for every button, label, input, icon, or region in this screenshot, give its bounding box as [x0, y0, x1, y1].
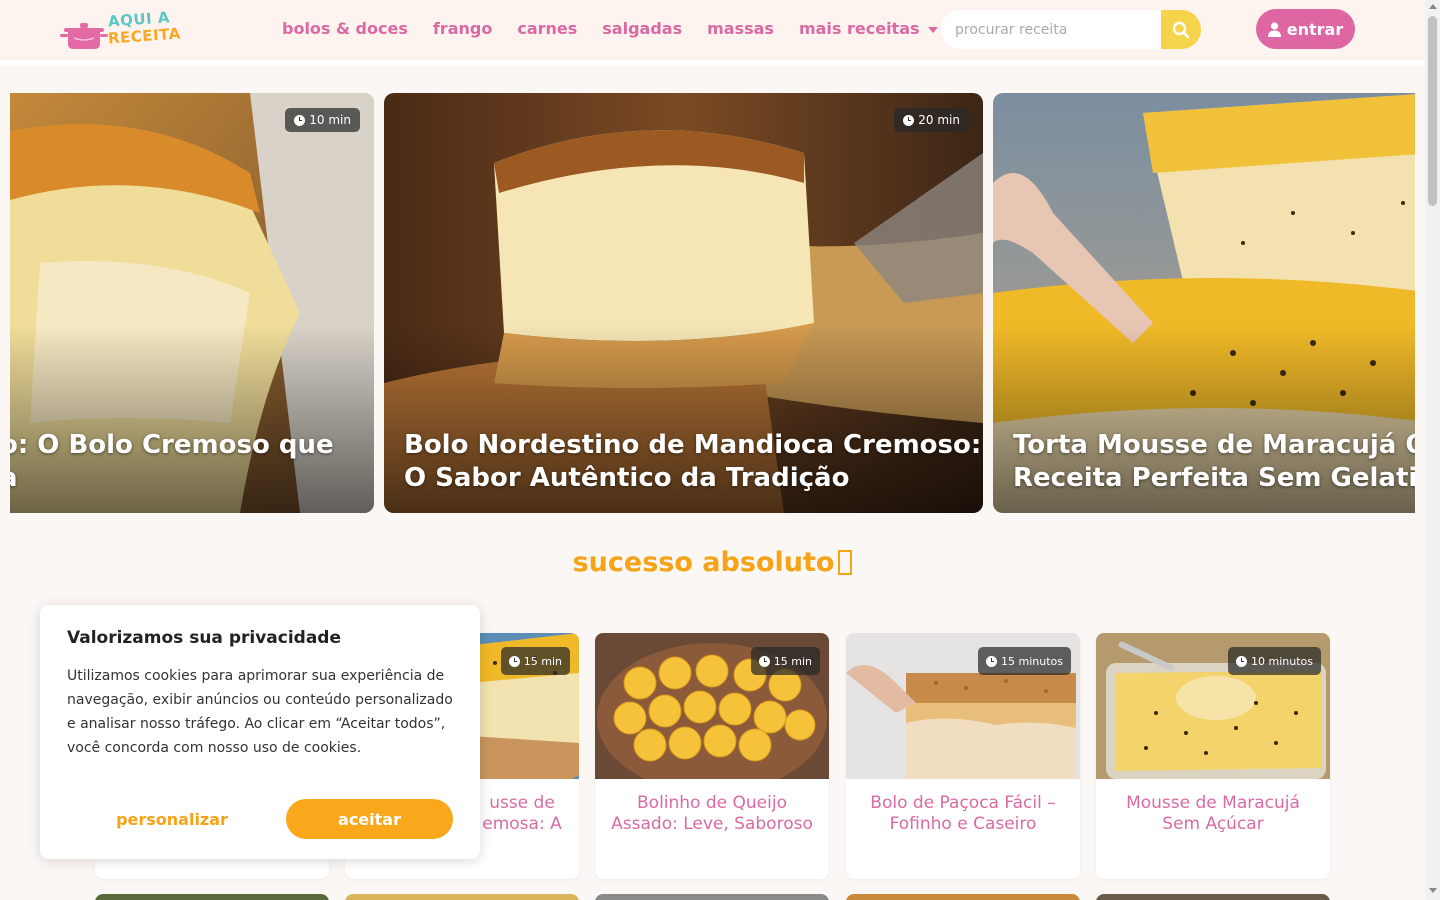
scroll-down-arrow-icon[interactable] [1429, 888, 1437, 893]
slide-title: o: O Bolo Cremoso que a [10, 429, 364, 495]
recipe-title-line: Mousse de Maracujá [1126, 793, 1300, 813]
search-button[interactable] [1161, 10, 1201, 49]
nav-item-bolos-doces[interactable]: bolos & doces [282, 19, 408, 38]
recipe-title: Mousse de Maracujá Sem Açúcar [1106, 793, 1320, 835]
login-button[interactable]: entrar [1256, 9, 1355, 49]
slide-title-line: Receita Perfeita Sem Gelatin [1013, 463, 1415, 493]
time-label: 20 min [918, 113, 960, 127]
site-logo[interactable]: AQUI A RECEITA [60, 8, 182, 52]
nav-item-salgadas[interactable]: salgadas [602, 19, 682, 38]
clock-icon [903, 114, 915, 126]
logo-line-2: RECEITA [107, 24, 182, 48]
recipe-card-peek[interactable] [846, 894, 1080, 900]
slide-title-line: Torta Mousse de Maracujá O [1013, 430, 1415, 460]
time-badge: 10 minutos [1228, 647, 1321, 675]
recipe-card-peek[interactable] [95, 894, 329, 900]
featured-carousel: 10 min o: O Bolo Cremoso que a [10, 93, 1415, 513]
time-label: 15 minutos [1001, 654, 1063, 668]
clock-icon [508, 655, 520, 667]
search-box [941, 10, 1201, 49]
scroll-up-arrow-icon[interactable] [1429, 4, 1437, 9]
recipe-card[interactable]: 10 minutos Mousse de Maracujá Sem Açúcar [1096, 633, 1330, 879]
recipe-title-line: Sem Açúcar [1162, 814, 1264, 834]
nav-item-frango[interactable]: frango [433, 19, 492, 38]
recipe-title-line: Fofinho e Caseiro [889, 814, 1037, 834]
chevron-down-icon [927, 26, 938, 33]
section-title-text: sucesso absoluto [572, 547, 835, 578]
slide-title-line: a [10, 462, 364, 495]
recipe-card-peek[interactable] [1096, 894, 1330, 900]
header-divider [0, 60, 1425, 66]
clock-icon [758, 655, 770, 667]
slide-title-line: o: O Bolo Cremoso que [10, 430, 334, 460]
login-label: entrar [1286, 19, 1344, 39]
main-nav: bolos & doces frango carnes salgadas mas… [282, 19, 963, 38]
recipe-card-peek[interactable] [595, 894, 829, 900]
site-header: AQUI A RECEITA bolos & doces frango carn… [0, 0, 1425, 60]
recipe-title-line: Assado: Leve, Saboroso [611, 814, 813, 834]
accept-button[interactable]: aceitar [286, 799, 453, 839]
slide-title: Torta Mousse de Maracujá O Receita Perfe… [1013, 429, 1415, 495]
nav-item-mais-receitas[interactable]: mais receitas [799, 19, 938, 38]
recipe-title-line: Bolo de Paçoca Fácil – [870, 793, 1056, 813]
personalize-button[interactable]: personalizar [107, 799, 237, 839]
slide-title-line: O Sabor Autêntico da Tradição [404, 463, 850, 493]
time-label: 15 min [773, 654, 812, 668]
emoji-placeholder-icon [838, 550, 853, 575]
clock-icon [294, 114, 306, 126]
time-badge: 15 minutos [978, 647, 1071, 675]
recipe-title: Bolinho de Queijo Assado: Leve, Saboroso [605, 793, 819, 835]
nav-item-massas[interactable]: massas [707, 19, 774, 38]
time-badge: 10 min [285, 108, 360, 132]
page-scrollbar[interactable] [1425, 0, 1440, 900]
cookie-body: Utilizamos cookies para aprimorar sua ex… [67, 668, 453, 756]
time-badge: 15 min [500, 647, 570, 675]
cookie-consent-dialog: Valorizamos sua privacidade Utilizamos c… [40, 605, 480, 859]
recipe-card[interactable]: 15 min Bolinho de Queijo Assado: Leve, S… [595, 633, 829, 879]
search-input[interactable] [941, 10, 1161, 49]
recipe-title: Bolo de Paçoca Fácil – Fofinho e Caseiro [856, 793, 1070, 835]
scroll-thumb[interactable] [1428, 16, 1437, 206]
carousel-slide[interactable]: Torta Mousse de Maracujá O Receita Perfe… [993, 93, 1415, 513]
recipe-card-peek[interactable] [345, 894, 579, 900]
nav-item-mais-receitas-label: mais receitas [798, 19, 920, 38]
time-badge: 15 min [750, 647, 820, 675]
user-icon [1267, 21, 1281, 37]
carousel-slide[interactable]: 20 min Bolo Nordestino de Mandioca Cremo… [384, 93, 983, 513]
clock-icon [986, 655, 998, 667]
recipe-title-line: Bolinho de Queijo [637, 793, 787, 813]
time-label: 10 min [309, 113, 351, 127]
slide-title: Bolo Nordestino de Mandioca Cremoso: O S… [404, 429, 982, 495]
section-title: sucesso absoluto [0, 547, 1425, 578]
time-label: 15 min [523, 654, 562, 668]
logo-wordmark: AQUI A RECEITA [107, 8, 182, 48]
carousel-slide[interactable]: 10 min o: O Bolo Cremoso que a [10, 93, 374, 513]
clock-icon [1236, 655, 1248, 667]
pot-icon [60, 23, 108, 49]
slide-title-line: Bolo Nordestino de Mandioca Cremoso: [404, 430, 982, 460]
time-label: 10 minutos [1251, 654, 1313, 668]
recipe-card[interactable]: 15 minutos Bolo de Paçoca Fácil – Fofinh… [846, 633, 1080, 879]
search-icon [1172, 21, 1190, 38]
nav-item-carnes[interactable]: carnes [517, 19, 577, 38]
cookie-title: Valorizamos sua privacidade [67, 628, 342, 648]
time-badge: 20 min [894, 108, 969, 132]
